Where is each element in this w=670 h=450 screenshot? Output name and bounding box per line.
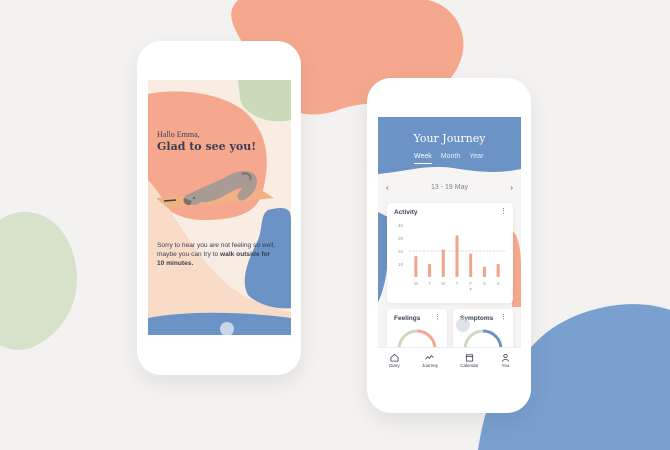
y-tick-label: 20 xyxy=(398,249,404,254)
touch-indicator xyxy=(456,318,470,332)
x-tick-label: S xyxy=(483,281,486,286)
kebab-icon[interactable]: ⋮ xyxy=(434,313,441,321)
x-tick-label: M xyxy=(414,281,418,286)
welcome-screen: Hallo Emma, Glad to see you! Sorry to he… xyxy=(148,80,291,335)
activity-card-title: Activity xyxy=(394,209,418,216)
nav-journey-label: Journey xyxy=(421,362,438,368)
nav-diary-label: Diary xyxy=(389,362,400,368)
activity-bar[interactable] xyxy=(414,256,418,277)
nav-diary[interactable]: Diary xyxy=(389,353,400,368)
selected-day-dot xyxy=(469,288,472,290)
nav-you-label: You xyxy=(501,362,510,368)
user-icon xyxy=(501,353,509,362)
nav-calendar[interactable]: Calendar xyxy=(460,353,479,368)
greeting-small: Hallo Emma, xyxy=(157,130,200,139)
suggestion-message: Sorry to hear you are not feeling so wel… xyxy=(157,241,277,268)
tab-month[interactable]: Month xyxy=(441,153,460,164)
x-tick-label: W xyxy=(441,281,446,286)
activity-bar[interactable] xyxy=(428,264,432,277)
activity-card[interactable]: Activity ⋮ 40 30 20 10 M T W T F S S xyxy=(387,203,513,303)
x-tick-label: F xyxy=(469,281,472,286)
nav-journey[interactable]: Journey xyxy=(422,353,438,368)
activity-bar[interactable] xyxy=(482,266,486,277)
journey-title: Your Journey xyxy=(413,132,486,145)
kebab-icon[interactable]: ⋮ xyxy=(500,313,507,321)
date-range: 13 - 19 May xyxy=(431,184,468,191)
tab-week[interactable]: Week xyxy=(414,153,432,164)
calendar-icon xyxy=(465,353,473,362)
activity-bar[interactable] xyxy=(441,249,445,277)
activity-bar[interactable] xyxy=(455,235,459,277)
dog-yoga-illustration xyxy=(156,171,274,208)
phone-welcome: Hallo Emma, Glad to see you! Sorry to he… xyxy=(137,41,301,375)
period-tabs: Week Month Year xyxy=(414,153,483,164)
trend-icon xyxy=(425,354,435,360)
x-tick-label: S xyxy=(497,281,500,286)
kebab-icon[interactable]: ⋮ xyxy=(500,207,507,215)
bottom-nav: Diary Journey Calendar You xyxy=(378,347,521,372)
feelings-card-title: Feelings xyxy=(394,315,421,322)
home-icon xyxy=(390,353,399,362)
tab-year[interactable]: Year xyxy=(469,153,483,164)
phone-journey: Your Journey Week Month Year ‹ 13 - 19 M… xyxy=(367,78,531,413)
journey-screen: Your Journey Week Month Year ‹ 13 - 19 M… xyxy=(378,117,521,372)
nav-you[interactable]: You xyxy=(501,353,510,368)
activity-bar[interactable] xyxy=(469,253,473,277)
nav-calendar-label: Calendar xyxy=(460,362,479,368)
home-indicator[interactable] xyxy=(220,322,234,335)
y-tick-label: 10 xyxy=(398,262,404,267)
x-tick-label: T xyxy=(456,281,459,286)
y-tick-label: 30 xyxy=(398,236,404,241)
background-blob-green xyxy=(0,212,77,350)
activity-chart: 40 30 20 10 M T W T F S S xyxy=(398,223,505,290)
greeting-title: Glad to see you! xyxy=(157,140,257,153)
y-tick-label: 40 xyxy=(398,223,404,228)
x-tick-label: T xyxy=(428,281,431,286)
activity-bar[interactable] xyxy=(496,264,500,277)
chevron-right-icon[interactable]: › xyxy=(510,183,513,192)
